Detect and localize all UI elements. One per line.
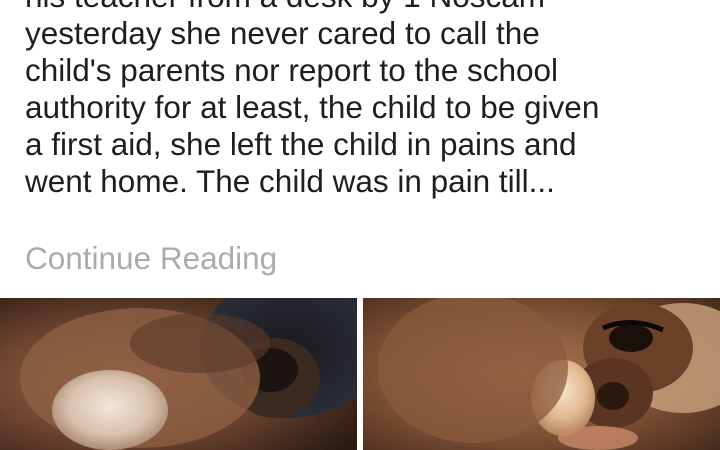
photo-left-image bbox=[0, 298, 357, 450]
post-text-line: a first aid, she left the child in pains… bbox=[25, 126, 577, 162]
post-text-line: went home. The child was in pain till... bbox=[25, 163, 555, 199]
facebook-post: his teacher from a desk by 1 Noscam yest… bbox=[0, 0, 720, 450]
post-text-line: child's parents nor report to the school bbox=[25, 52, 559, 88]
continue-reading-link[interactable]: Continue Reading bbox=[25, 238, 277, 278]
photo-grid bbox=[0, 298, 720, 450]
post-text-line: his teacher from a desk by 1 Noscam bbox=[25, 0, 715, 15]
post-text-line: authority for at least, the child to be … bbox=[25, 89, 600, 125]
photo-right-image bbox=[363, 298, 720, 450]
post-body-text: his teacher from a desk by 1 Noscam yest… bbox=[25, 0, 715, 200]
photo-left[interactable] bbox=[0, 298, 357, 450]
post-text-line: yesterday she never cared to call the bbox=[25, 15, 540, 51]
photo-right[interactable] bbox=[363, 298, 720, 450]
